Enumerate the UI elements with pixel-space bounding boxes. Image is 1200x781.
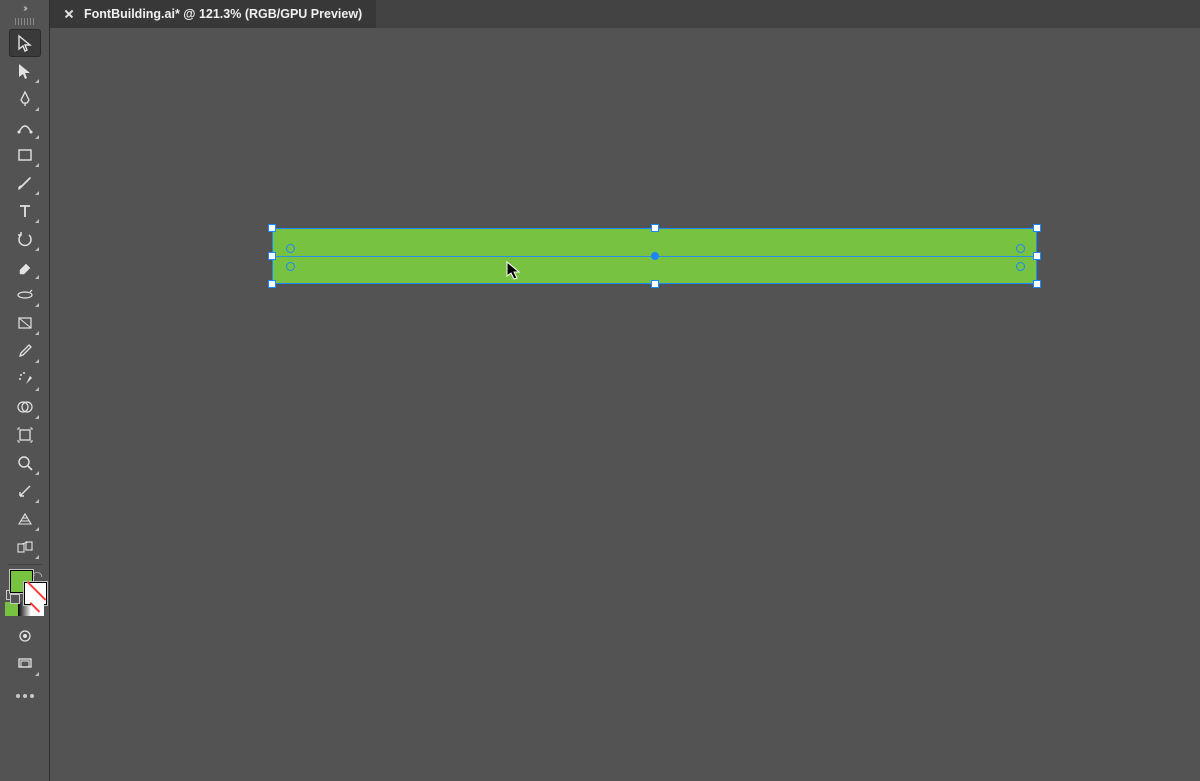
handle-tr[interactable] <box>1033 224 1041 232</box>
document-tab[interactable]: FontBuilding.ai* @ 121.3% (RGB/GPU Previ… <box>50 0 376 28</box>
shape-builder-tool[interactable] <box>9 393 41 421</box>
selected-object-bounding-box[interactable] <box>272 228 1037 284</box>
edit-toolbar-button[interactable] <box>9 684 41 708</box>
handle-bl[interactable] <box>268 280 276 288</box>
perspective-grid-tool[interactable] <box>9 505 41 533</box>
expand-panel-icon[interactable]: ›› <box>0 2 49 14</box>
color-mode-solid[interactable] <box>5 602 18 616</box>
zoom-tool[interactable] <box>9 449 41 477</box>
pen-tool[interactable] <box>9 85 41 113</box>
handle-tl[interactable] <box>268 224 276 232</box>
document-tab-bar: FontBuilding.ai* @ 121.3% (RGB/GPU Previ… <box>50 0 1200 28</box>
selection-tool[interactable] <box>9 29 41 57</box>
ruler-toggle[interactable] <box>0 14 49 28</box>
corner-widget-br[interactable] <box>1016 262 1025 271</box>
corner-widget-tl[interactable] <box>286 244 295 253</box>
gradient-tool[interactable] <box>9 309 41 337</box>
rotate-tool[interactable] <box>9 225 41 253</box>
paintbrush-tool[interactable] <box>9 169 41 197</box>
handle-tc[interactable] <box>651 224 659 232</box>
handle-mr[interactable] <box>1033 252 1041 260</box>
artboard-tool[interactable] <box>9 421 41 449</box>
screen-mode[interactable] <box>9 650 41 678</box>
type-tool[interactable] <box>9 197 41 225</box>
close-tab-icon[interactable] <box>64 9 74 19</box>
center-point[interactable] <box>651 252 659 260</box>
curvature-tool[interactable] <box>9 113 41 141</box>
rectangle-tool[interactable] <box>9 141 41 169</box>
width-tool[interactable] <box>9 281 41 309</box>
blend-tool[interactable] <box>9 533 41 561</box>
symbol-sprayer-tool[interactable] <box>9 365 41 393</box>
handle-br[interactable] <box>1033 280 1041 288</box>
draw-mode-normal[interactable] <box>9 622 41 650</box>
canvas-area[interactable] <box>50 28 1200 781</box>
corner-widget-tr[interactable] <box>1016 244 1025 253</box>
color-mode-none[interactable] <box>31 602 44 616</box>
tools-panel: ›› <box>0 0 50 781</box>
fill-stroke-control[interactable]: ⤺ <box>6 568 44 602</box>
slice-tool[interactable] <box>9 477 41 505</box>
handle-ml[interactable] <box>268 252 276 260</box>
corner-widget-bl[interactable] <box>286 262 295 271</box>
eyedropper-tool[interactable] <box>9 337 41 365</box>
eraser-tool[interactable] <box>9 253 41 281</box>
document-tab-title: FontBuilding.ai* @ 121.3% (RGB/GPU Previ… <box>84 7 362 21</box>
direct-selection-tool[interactable] <box>9 57 41 85</box>
handle-bc[interactable] <box>651 280 659 288</box>
